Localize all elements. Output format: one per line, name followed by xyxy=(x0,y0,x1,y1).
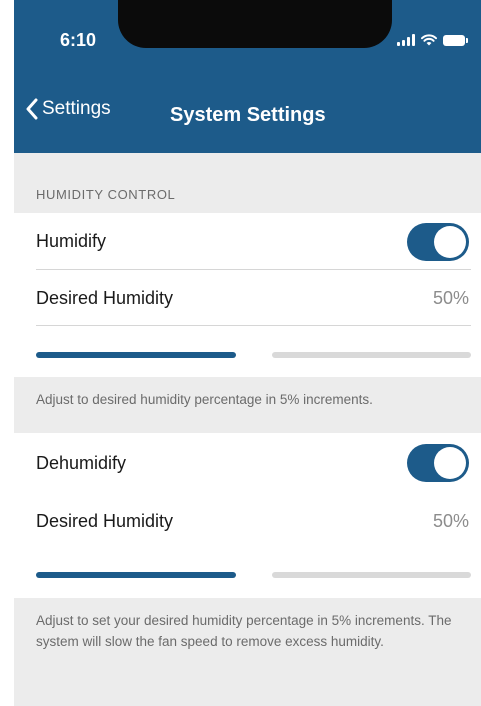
dehumidify-footer-text: Adjust to set your desired humidity perc… xyxy=(36,613,452,649)
dehumidify-desired-value: 50% xyxy=(432,511,469,531)
dehumidify-footer: Adjust to set your desired humidity perc… xyxy=(14,598,481,706)
humidify-slider[interactable] xyxy=(36,352,471,358)
camera-notch xyxy=(118,0,392,48)
divider xyxy=(36,325,471,326)
humidify-group: Humidify Desired Humidity 50% xyxy=(14,213,481,377)
dehumidify-row: Dehumidify xyxy=(14,433,481,491)
dehumidify-slider[interactable] xyxy=(36,572,471,578)
humidify-toggle[interactable] xyxy=(407,223,469,261)
cellular-signal-icon xyxy=(397,34,415,46)
humidify-desired-label: Desired Humidity xyxy=(36,288,174,308)
humidify-row: Humidify xyxy=(14,213,481,269)
humidify-desired-row: Desired Humidity 50% xyxy=(14,270,481,325)
humidify-desired-value: 50% xyxy=(432,288,469,308)
humidify-footer: Adjust to desired humidity percentage in… xyxy=(14,377,481,433)
dehumidify-label: Dehumidify xyxy=(36,453,127,473)
dehumidify-group: Dehumidify Desired Humidity 50% xyxy=(14,433,481,598)
status-bar: 6:10 xyxy=(14,0,481,78)
dehumidify-desired-label: Desired Humidity xyxy=(36,511,174,531)
back-button-label: Settings xyxy=(42,98,111,119)
slider-empty-track xyxy=(272,352,471,358)
status-icons xyxy=(397,34,468,46)
battery-icon xyxy=(443,35,468,46)
section-header-humidity-control: HUMIDITY CONTROL xyxy=(14,153,481,213)
slider-filled-track xyxy=(36,352,236,358)
toggle-knob xyxy=(434,226,466,258)
humidify-footer-text: Adjust to desired humidity percentage in… xyxy=(36,392,373,407)
dehumidify-desired-row: Desired Humidity 50% xyxy=(14,491,481,547)
navigation-bar: Settings System Settings xyxy=(14,78,481,153)
phone-screen: 6:10 Settings System Settings HUMIDITY C… xyxy=(14,0,481,706)
section-header-label: HUMIDITY CONTROL xyxy=(36,187,176,202)
status-time: 6:10 xyxy=(60,30,97,50)
humidify-label: Humidify xyxy=(36,231,107,251)
slider-empty-track xyxy=(272,572,471,578)
page-title: System Settings xyxy=(170,104,326,126)
dehumidify-toggle[interactable] xyxy=(407,444,469,482)
wifi-icon xyxy=(421,34,437,46)
back-button[interactable]: Settings xyxy=(26,98,111,120)
toggle-knob xyxy=(434,447,466,479)
slider-filled-track xyxy=(36,572,236,578)
chevron-left-icon xyxy=(26,98,38,120)
